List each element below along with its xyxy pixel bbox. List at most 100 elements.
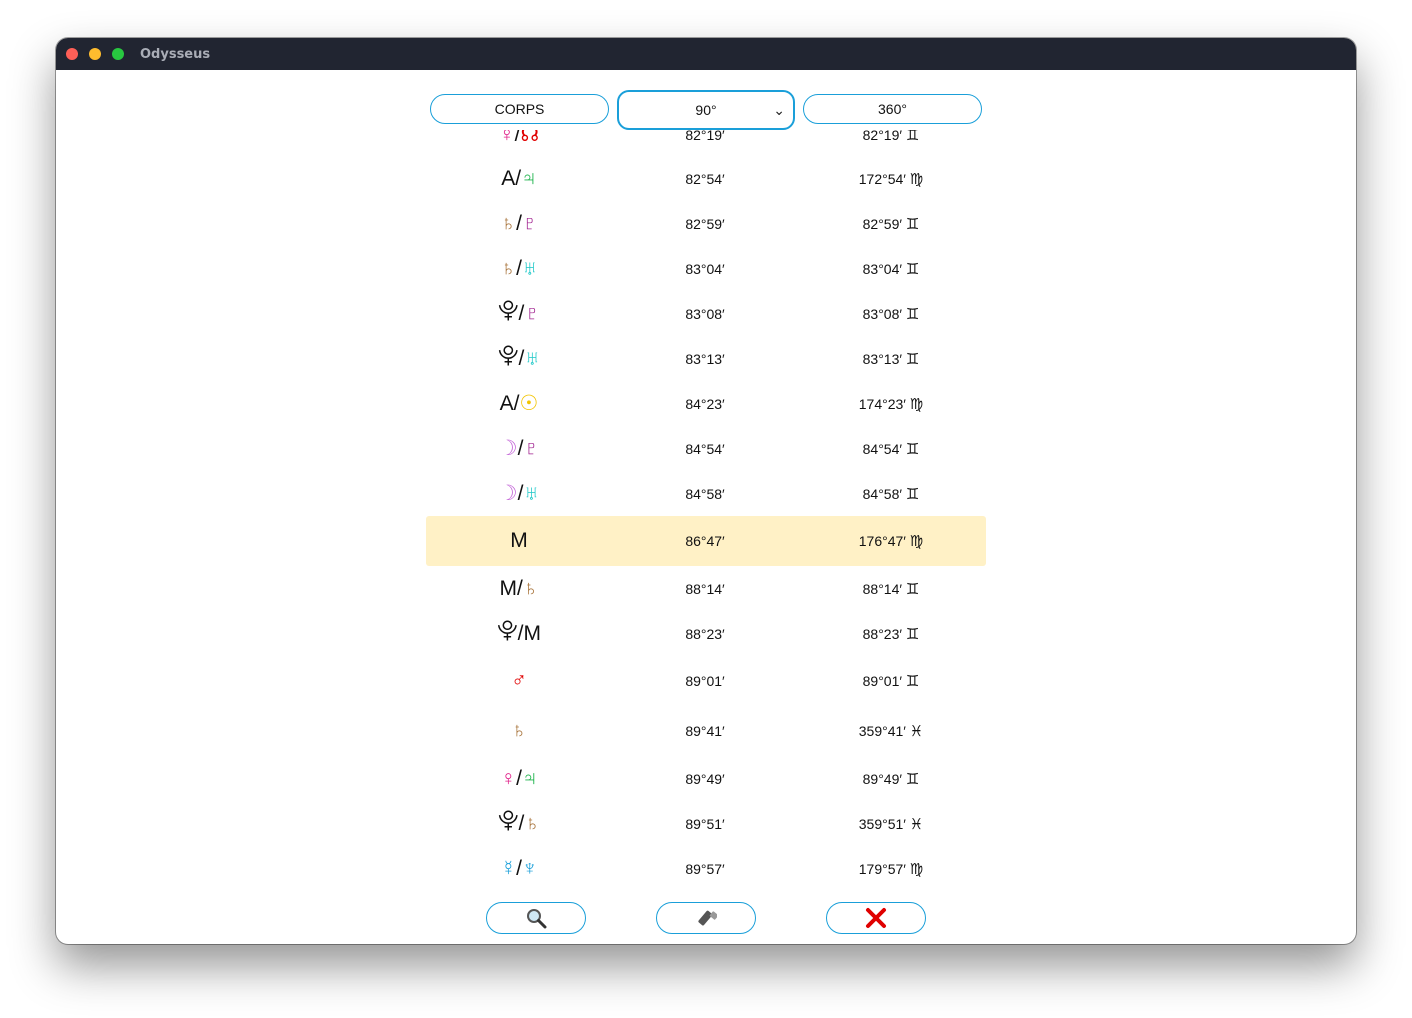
planet-symbol-a: ☿ [498,130,515,146]
degree-360-cell: 84°54′ ♊ [798,426,984,471]
zodiac-sign-icon: ♊ [905,260,920,278]
table-row[interactable]: ☿ / ♆ 89°57′ 179°57′ ♍ [426,846,986,890]
harmonic-select-value: 90° [695,102,717,118]
table-row[interactable]: ⯓ / ♄ 89°51′ 359°51′ ♓ [426,801,986,846]
degree-360-value: 174°23′ [858,395,906,412]
planet-symbol-b: ♇ [521,211,538,235]
close-window-button[interactable] [66,48,78,60]
table-row[interactable]: ⯓ / M 88°23′ 88°23′ ♊ [426,611,986,656]
planet-symbol-b: ♇ [523,436,540,460]
table-row[interactable]: ☽ / ♅ 84°58′ 84°58′ ♊ [426,471,986,516]
magnifier-icon [527,909,547,929]
zodiac-sign-icon: ♓ [909,723,924,740]
zodiac-sign-icon: ♊ [905,485,920,503]
degree-360-value: 89°01′ [862,673,903,689]
planet-pair-cell: ♀ / ♃ [426,756,612,801]
zodiac-sign-icon: ♊ [905,350,920,368]
zoom-window-button[interactable] [112,48,124,60]
table-row[interactable]: A / ♃ 82°54′ 172°54′ ♍ [426,156,986,201]
degree-360-cell: 176°47′ ♍ [798,516,984,566]
degree-360-value: 82°59′ [862,215,903,232]
planet-pair-cell: ♄ [426,706,612,756]
planet-pair-cell: A / ♃ [426,156,612,201]
planet-symbol-b: ♃ [521,166,537,190]
degree-90-cell: 82°19′ [685,130,725,143]
planet-symbol-a: ⯓ [497,619,518,642]
planet-symbol-b: ♃ [521,766,538,790]
corps-button[interactable]: CORPS [430,94,609,124]
degree-360-cell: 83°08′ ♊ [798,291,984,336]
degree-90-cell: 84°58′ [685,485,725,502]
table-row[interactable]: ♀ / ♃ 89°49′ 89°49′ ♊ [426,756,986,801]
planet-symbol-b: ♅ [523,481,540,505]
planet-symbol-a: ☽ [498,482,518,505]
degree-90-cell: 82°59′ [685,215,725,232]
midpoint-table[interactable]: ☿ / ☊ 82°19′ 82°19′ ♊ A / ♃ 82°54′ 172°54′ ♍ ♄ / ♇ 82… [426,130,986,890]
table-row[interactable]: ☽ / ♇ 84°54′ 84°54′ ♊ [426,426,986,471]
zodiac-sign-icon: ♊ [905,580,920,598]
degree-360-cell: 82°19′ ♊ [798,130,984,157]
planet-pair-cell: ♂ [426,656,612,706]
planet-symbol-b: ♆ [521,856,538,880]
table-row[interactable]: ♄ / ♅ 83°04′ 83°04′ ♊ [426,246,986,291]
planet-symbol-a: M [510,529,528,552]
harmonic-select[interactable]: 90° ⌄ [617,90,795,130]
planet-pair-cell: ♄ / ♅ [426,246,612,291]
planet-symbol-b: ♄ [524,811,541,835]
degree-90-cell: 83°13′ [685,350,725,367]
table-row[interactable]: ⯓ / ♅ 83°13′ 83°13′ ♊ [426,336,986,381]
degree-90-cell: 84°23′ [685,395,725,412]
planet-symbol-b: ♅ [521,256,538,280]
degree-360-value: 88°14′ [862,580,903,597]
degree-360-value: 82°19′ [862,130,903,143]
planet-symbol-a: ♄ [511,719,527,742]
planet-symbol-a: M [499,576,517,600]
planet-symbol-a: A [499,391,514,415]
planet-pair-cell: ☽ / ♇ [426,426,612,471]
degree-90-cell: 88°14′ [685,580,725,597]
degree-360-cell: 179°57′ ♍ [798,846,984,890]
planet-pair-cell: ⯓ / M [426,611,612,656]
planet-symbol-a: ⯓ [497,299,519,322]
planet-symbol-a: ♂ [511,669,527,692]
zodiac-sign-icon: ♊ [905,305,920,323]
degree-360-cell: 359°51′ ♓ [798,801,984,846]
table-row[interactable]: ☿ / ☊ 82°19′ 82°19′ ♊ [426,130,986,157]
planet-symbol-b: ☉ [519,392,539,415]
planet-pair-cell: ☿ / ☊ [426,130,612,157]
degree-90-cell: 83°04′ [685,260,725,277]
planet-symbol-a: ⯓ [497,809,519,832]
degree-360-cell: 359°41′ ♓ [798,706,984,756]
degree-360-value: 84°54′ [862,440,903,457]
degree-360-cell: 84°58′ ♊ [798,471,984,516]
table-row[interactable]: A / ☉ 84°23′ 174°23′ ♍ [426,381,986,426]
planet-symbol-b: ♅ [524,346,541,370]
degree-360-value: 359°41′ [858,723,906,739]
degree-360-value: 83°13′ [862,350,903,367]
degree-360-value: 83°04′ [862,260,903,277]
degree-90-cell: 89°41′ [685,723,725,739]
degree-360-cell: 83°13′ ♊ [798,336,984,381]
table-row[interactable]: M / ♄ 88°14′ 88°14′ ♊ [426,566,986,611]
table-row[interactable]: ♄ 89°41′ 359°41′ ♓ [426,706,986,756]
zodiac-sign-icon: ♊ [905,770,920,788]
degree-90-cell: 88°23′ [685,625,725,642]
degrees-360-button[interactable]: 360° [803,94,982,124]
degree-90-cell: 83°08′ [685,305,725,322]
planet-pair-cell: M / ♄ [426,566,612,611]
zodiac-sign-icon: ♊ [905,130,920,144]
close-button[interactable] [826,902,926,934]
flashlight-button[interactable] [656,902,756,934]
flashlight-icon [698,910,717,926]
search-button[interactable] [486,902,586,934]
minimize-window-button[interactable] [89,48,101,60]
planet-symbol-a: A [501,166,516,190]
zodiac-sign-icon: ♓ [909,815,924,833]
table-row-selected[interactable]: M 86°47′ 176°47′ ♍ [426,516,986,566]
table-row[interactable]: ♂ 89°01′ 89°01′ ♊ [426,656,986,706]
table-row[interactable]: ⯓ / ♇ 83°08′ 83°08′ ♊ [426,291,986,336]
degree-360-value: 88°23′ [862,625,903,642]
zodiac-sign-icon: ♊ [905,673,920,690]
table-row[interactable]: ♄ / ♇ 82°59′ 82°59′ ♊ [426,201,986,246]
degree-360-cell: 89°49′ ♊ [798,756,984,801]
